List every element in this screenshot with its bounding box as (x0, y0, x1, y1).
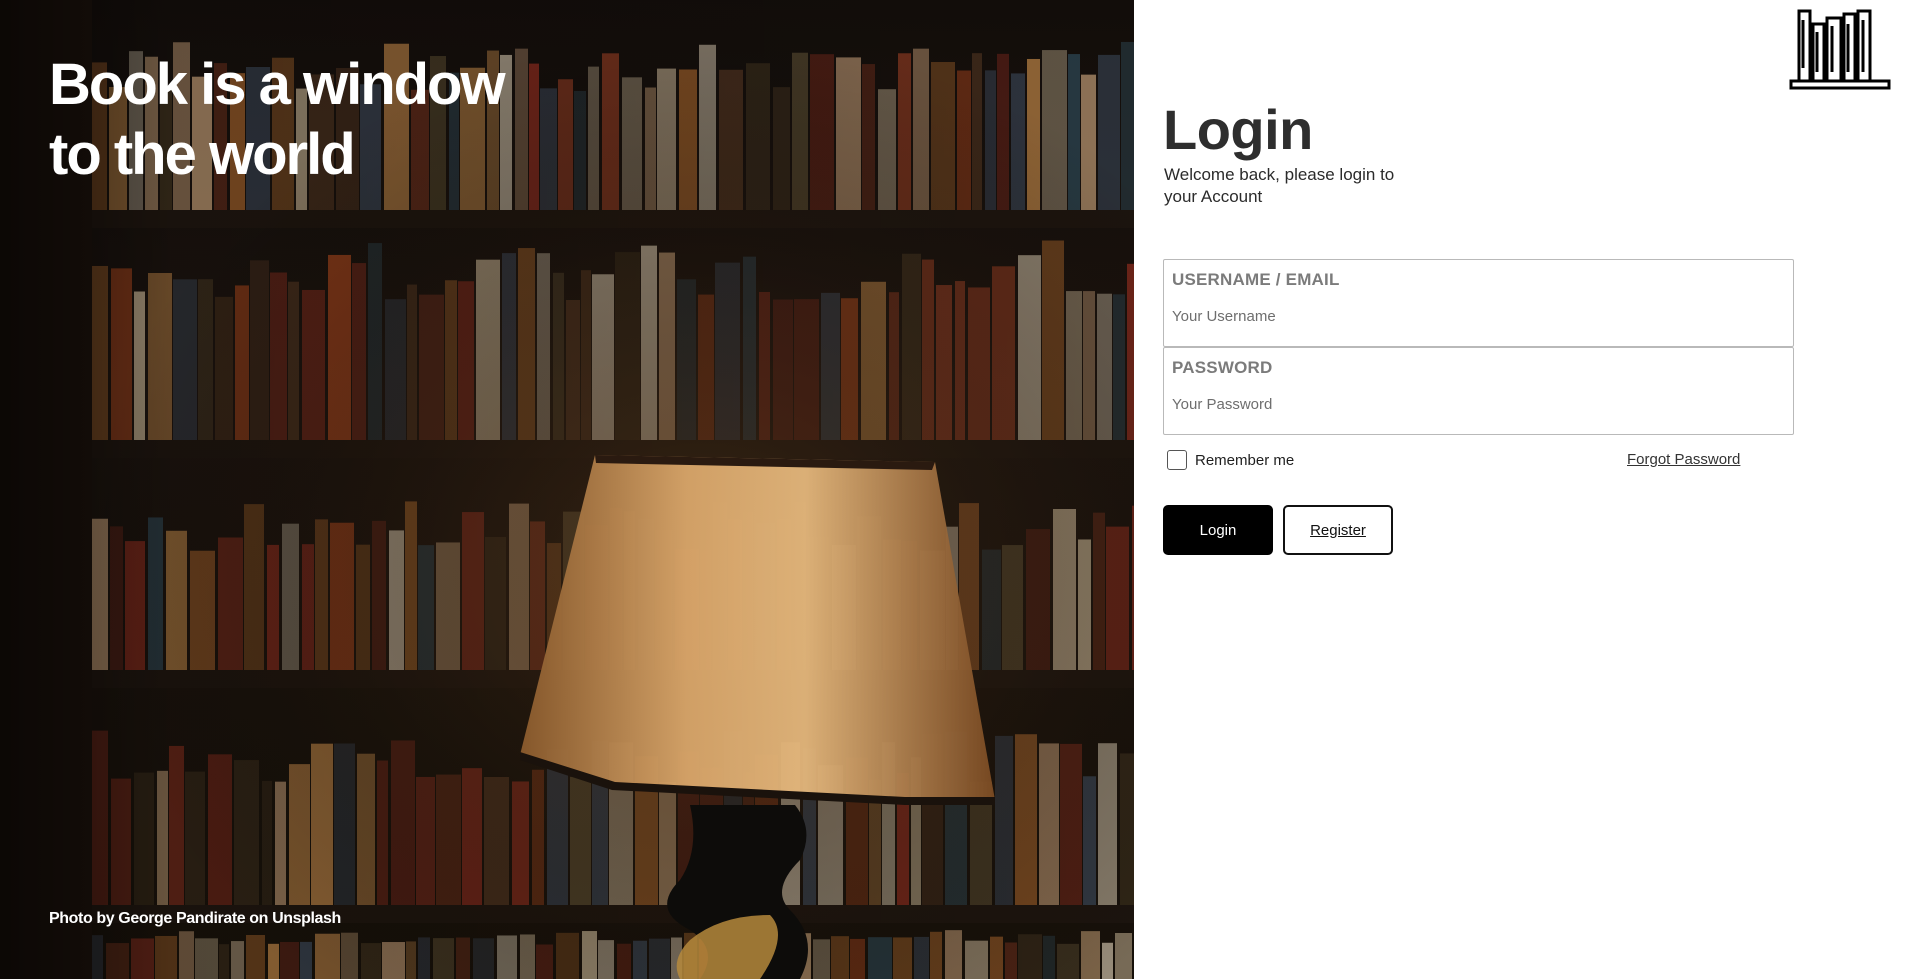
remember-me[interactable]: Remember me (1167, 450, 1294, 470)
remember-me-label[interactable]: Remember me (1195, 452, 1294, 469)
register-button[interactable]: Register (1283, 505, 1393, 555)
hero-headline-line2: to the world (49, 122, 356, 187)
login-button[interactable]: Login (1163, 505, 1273, 555)
login-title: Login (1163, 98, 1313, 161)
hero-headline-line1: Book is a window (49, 52, 506, 117)
username-label: USERNAME / EMAIL (1172, 270, 1340, 289)
username-field[interactable]: USERNAME / EMAIL (1163, 259, 1794, 347)
bookshelf-icon (1789, 9, 1891, 90)
hero-headline: Book is a window to the world (49, 50, 609, 190)
username-input[interactable] (1172, 304, 1772, 328)
welcome-message: Welcome back, please login to your Accou… (1164, 165, 1395, 206)
password-label: PASSWORD (1172, 358, 1273, 377)
remember-me-checkbox[interactable] (1167, 450, 1187, 470)
hero-panel: Book is a window to the world Photo by G… (0, 0, 1134, 979)
password-field[interactable]: PASSWORD (1163, 347, 1794, 435)
forgot-password-link[interactable]: Forgot Password (1627, 451, 1740, 468)
password-input[interactable] (1172, 392, 1772, 416)
photo-credit: Photo by George Pandirate on Unsplash (49, 910, 341, 927)
